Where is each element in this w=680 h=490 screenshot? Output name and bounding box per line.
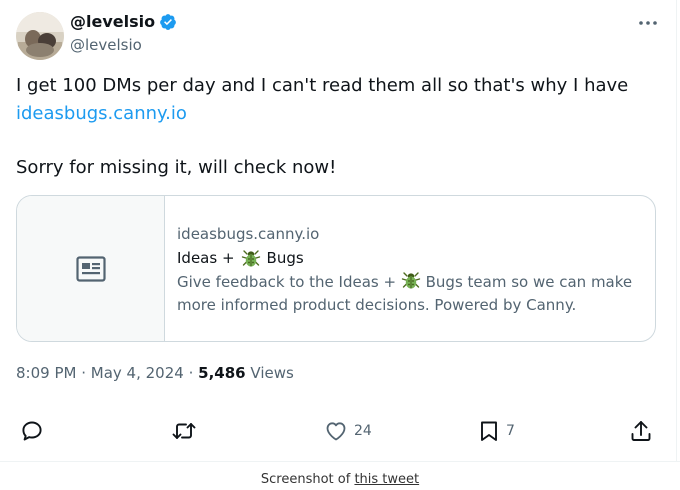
- tweet-meta: 8:09 PM · May 4, 2024 · 5,486 Views: [16, 364, 294, 382]
- tweet-link[interactable]: ideasbugs.canny.io: [16, 101, 656, 127]
- avatar[interactable]: [16, 12, 64, 60]
- link-preview-body: ideasbugs.canny.io Ideas + Bugs Give fee…: [177, 222, 647, 317]
- tweet-card: @levelsio @levelsio I get 100 DMs per da…: [0, 0, 680, 460]
- more-icon[interactable]: [634, 12, 662, 34]
- article-icon: [75, 255, 106, 282]
- bookmark-button[interactable]: 7: [478, 418, 515, 444]
- bookmark-icon: [481, 421, 497, 441]
- link-preview-description: Give feedback to the Ideas + Bugs team s…: [177, 270, 647, 317]
- link-preview-domain: ideasbugs.canny.io: [177, 225, 320, 243]
- tweet-text-line: Sorry for missing it, will check now!: [16, 157, 337, 178]
- tweet-time[interactable]: 8:09 PM: [16, 364, 76, 382]
- tweet-date[interactable]: May 4, 2024: [91, 364, 184, 382]
- like-button[interactable]: 24: [324, 418, 372, 444]
- like-icon: [326, 422, 346, 441]
- tweet-text-line: I get 100 DMs per day and I can't read t…: [16, 75, 629, 96]
- display-name[interactable]: @levelsio: [70, 12, 177, 32]
- reply-icon: [22, 421, 42, 441]
- link-preview-card[interactable]: ideasbugs.canny.io Ideas + Bugs Give fee…: [16, 195, 656, 342]
- views-count: 5,486: [198, 364, 246, 382]
- bug-emoji: [401, 272, 421, 289]
- bug-emoji: [241, 250, 260, 267]
- divider: [676, 0, 677, 462]
- share-button[interactable]: [630, 418, 652, 444]
- divider: [0, 461, 680, 462]
- retweet-button[interactable]: [171, 418, 197, 444]
- screenshot-footer: Screenshot of this tweet: [260, 472, 420, 487]
- verified-badge-icon: [159, 13, 177, 31]
- reply-button[interactable]: [20, 418, 44, 444]
- handle[interactable]: @levelsio: [70, 35, 142, 55]
- retweet-icon: [172, 423, 196, 439]
- tweet-source-link[interactable]: this tweet: [354, 472, 419, 487]
- link-preview-thumbnail: [17, 196, 165, 341]
- link-preview-title: Ideas + Bugs: [177, 249, 304, 267]
- like-count: 24: [354, 423, 372, 439]
- share-icon: [631, 421, 651, 441]
- bookmark-count: 7: [506, 423, 515, 439]
- views-label: Views: [250, 364, 294, 382]
